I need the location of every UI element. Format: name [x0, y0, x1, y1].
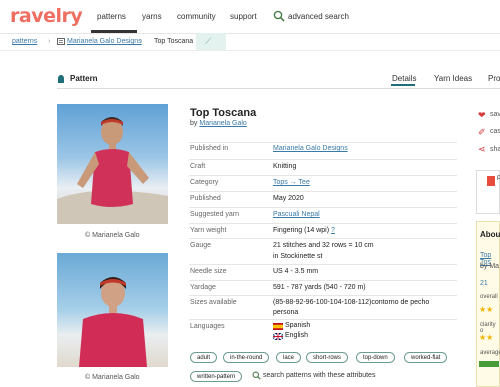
- search-icon[interactable]: [273, 10, 285, 22]
- craft-label: Craft: [190, 163, 206, 170]
- breadcrumb-separator: ›: [48, 38, 51, 45]
- row-divider: [189, 142, 457, 143]
- row-divider: [189, 280, 457, 281]
- star-rating-clarity: ★★: [479, 333, 494, 342]
- about-title: Abou: [480, 230, 500, 239]
- row-divider: [189, 264, 457, 265]
- needles-icon[interactable]: ✐: [478, 127, 486, 138]
- tag-short-rows[interactable]: short-rows: [306, 352, 349, 363]
- pattern-title: Top Toscana: [190, 107, 257, 119]
- tab-projects[interactable]: Proj: [488, 74, 500, 83]
- tag-top-down[interactable]: top-down: [356, 352, 395, 363]
- published-in-link[interactable]: Marianela Galo Designs: [273, 145, 348, 152]
- sizes-line2: persona: [273, 309, 299, 316]
- section-divider: [57, 88, 500, 89]
- about-designer: by Ma: [480, 263, 500, 270]
- difficulty-bar-fill: [479, 361, 499, 367]
- pin-icon[interactable]: ⟋: [205, 36, 211, 47]
- yarn-weight-text: Fingering (14 wpi): [273, 227, 330, 234]
- search-icon[interactable]: [252, 371, 261, 380]
- projects-count[interactable]: 21: [480, 280, 488, 287]
- nav-community[interactable]: community: [177, 12, 216, 21]
- save-link[interactable]: sav: [490, 111, 500, 118]
- pattern-photo[interactable]: [57, 104, 168, 224]
- tag-adult[interactable]: adult: [190, 352, 218, 363]
- breadcrumb-patterns[interactable]: patterns: [12, 38, 37, 45]
- star-rating-overall: ★★: [479, 305, 494, 314]
- breadcrumb-designer[interactable]: Marianela Galo Designs: [67, 38, 142, 45]
- designer-icon: [57, 38, 65, 45]
- suggested-yarn-link[interactable]: Pascuali Nepal: [273, 211, 320, 218]
- pattern-byline: by Marianela Galo: [190, 120, 247, 127]
- yardage-value: 591 - 787 yards (540 - 720 m): [273, 284, 366, 291]
- sizes-line1: (85-88-92-96-100-104-108-112)contorno de…: [273, 299, 430, 306]
- craft-value: Knitting: [273, 163, 297, 170]
- published-in-label: Published in: [190, 145, 229, 152]
- row-divider: [189, 319, 457, 320]
- yarn-weight-value: Fingering (14 wpi) ?: [273, 227, 335, 234]
- photo-credit: © Marianela Galo: [85, 232, 140, 239]
- share-icon[interactable]: ⋖: [478, 144, 486, 155]
- languages-label: Languages: [190, 323, 225, 330]
- gauge-label: Gauge: [190, 242, 212, 249]
- needle-value: US 4 - 3.5 mm: [273, 268, 319, 275]
- row-divider: [189, 159, 457, 160]
- yarn-weight-label: Yarn weight: [190, 227, 227, 234]
- tab-details[interactable]: Details: [392, 74, 416, 83]
- tag-in-the-round[interactable]: in-the-round: [223, 352, 270, 363]
- pattern-icon: [58, 75, 64, 83]
- breadcrumb-current: Top Toscana: [154, 38, 194, 45]
- suggested-yarn-label: Suggested yarn: [190, 211, 240, 218]
- breadcrumb-separator: ›: [140, 38, 143, 45]
- byline-prefix: by: [190, 120, 198, 127]
- language-spanish: Spanish: [285, 322, 311, 329]
- nav-support[interactable]: support: [230, 12, 257, 21]
- tag-worked-flat[interactable]: worked-flat: [404, 352, 448, 363]
- search-with-attributes-link[interactable]: search patterns with these attributes: [263, 372, 375, 379]
- yardage-label: Yardage: [190, 284, 216, 291]
- yarn-weight-help-link[interactable]: ?: [331, 227, 335, 234]
- row-divider: [189, 191, 457, 192]
- row-divider: [189, 238, 457, 239]
- photo-credit: © Marianela Galo: [85, 374, 140, 381]
- nav-yarns[interactable]: yarns: [142, 12, 162, 21]
- gauge-line2: in Stockinette st: [273, 253, 323, 260]
- row-divider: [189, 207, 457, 208]
- published-label: Published: [190, 195, 221, 202]
- cast-on-link[interactable]: cas: [490, 128, 500, 135]
- average-difficulty-label: average: [480, 350, 500, 356]
- ravelry-logo[interactable]: ravelry: [10, 5, 83, 27]
- nav-patterns[interactable]: patterns: [97, 12, 126, 21]
- pdf-icon: [487, 176, 495, 186]
- gauge-line1: 21 stitches and 32 rows = 10 cm: [273, 242, 374, 249]
- category-label: Category: [190, 179, 219, 186]
- language-english: English: [285, 332, 308, 339]
- pattern-photo[interactable]: [57, 253, 168, 367]
- spanish-flag-icon: [273, 323, 283, 330]
- row-divider: [189, 223, 457, 224]
- sizes-label: Sizes available: [190, 299, 237, 306]
- english-flag-icon: [273, 333, 283, 340]
- row-divider: [189, 295, 457, 296]
- advanced-search-link[interactable]: advanced search: [288, 12, 349, 21]
- published-value: May 2020: [273, 195, 304, 202]
- tab-yarn-ideas[interactable]: Yarn Ideas: [434, 74, 472, 83]
- row-divider: [189, 175, 457, 176]
- tag-lace[interactable]: lace: [276, 352, 302, 363]
- category-link[interactable]: Tops → Tee: [273, 179, 310, 186]
- tag-written-pattern[interactable]: written-pattern: [190, 371, 243, 382]
- active-tab-underline: [391, 84, 415, 86]
- heart-icon[interactable]: ❤: [478, 110, 486, 121]
- section-title: Pattern: [70, 74, 98, 83]
- designer-link[interactable]: Marianela Galo: [199, 120, 246, 127]
- needle-label: Needle size: [190, 268, 227, 275]
- overall-rating-label: overall: [480, 294, 498, 300]
- share-link[interactable]: sha: [490, 146, 500, 153]
